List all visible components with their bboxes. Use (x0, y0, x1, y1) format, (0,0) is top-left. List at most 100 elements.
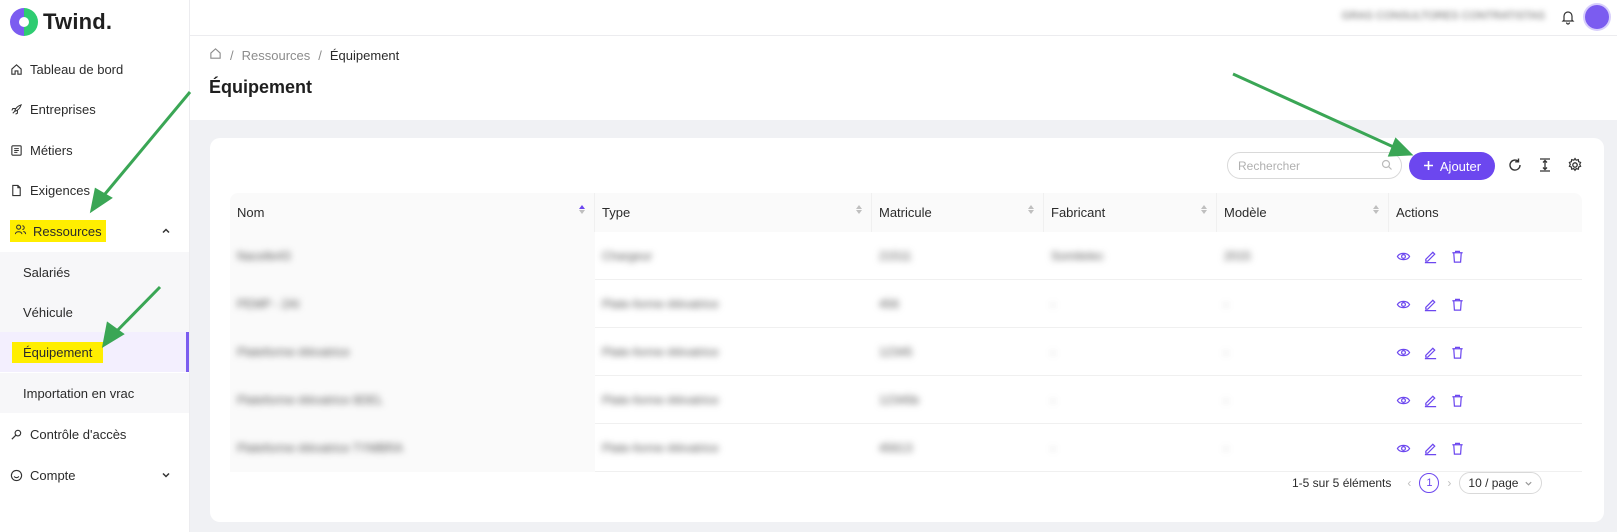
column-label: Fabricant (1051, 205, 1106, 220)
sort-icon[interactable] (579, 205, 586, 214)
cell-actions (1389, 376, 1582, 424)
chevron-left-icon[interactable]: ‹ (1407, 476, 1411, 490)
column-label: Nom (237, 205, 265, 220)
sidebar-item-exigences[interactable]: Exigences (0, 170, 189, 210)
key-icon (10, 428, 30, 441)
sidebar-subitem-equipement[interactable]: Équipement (0, 332, 189, 372)
chevron-down-icon[interactable] (161, 468, 171, 483)
chevron-up-icon[interactable] (161, 224, 171, 239)
edit-pencil-icon[interactable] (1423, 441, 1438, 456)
equipment-table: Nom Type Matricule Fabricant Modèle Acti… (230, 193, 1582, 472)
edit-pencil-icon[interactable] (1423, 297, 1438, 312)
cell-modele: - (1217, 328, 1389, 376)
page-number[interactable]: 1 (1419, 473, 1440, 493)
column-header-fabricant[interactable]: Fabricant (1044, 193, 1217, 232)
sidebar-item-metiers[interactable]: Métiers (0, 130, 189, 170)
cell-fabricant: - (1044, 376, 1217, 424)
list-icon (10, 144, 30, 157)
cell-type: Plate-forme élévatrice (595, 424, 872, 472)
sort-icon[interactable] (1201, 205, 1208, 214)
cell-fabricant: - (1044, 280, 1217, 328)
delete-trash-icon[interactable] (1450, 249, 1465, 264)
refresh-icon[interactable] (1507, 157, 1523, 176)
sort-icon[interactable] (856, 205, 863, 214)
view-eye-icon[interactable] (1396, 441, 1411, 456)
view-eye-icon[interactable] (1396, 393, 1411, 408)
view-eye-icon[interactable] (1396, 345, 1411, 360)
cell-value: Plate-forme élévatrice (602, 345, 719, 359)
cell-value: Plateforme élévatrice 8DEL (237, 393, 384, 407)
column-label: Type (602, 205, 631, 220)
column-header-nom[interactable]: Nom (230, 193, 595, 232)
column-label: Actions (1396, 205, 1439, 220)
page-size-value: 10 / page (1468, 476, 1519, 490)
home-icon (10, 63, 30, 76)
edit-pencil-icon[interactable] (1423, 393, 1438, 408)
search-placeholder: Rechercher (1238, 158, 1301, 173)
column-height-icon[interactable] (1537, 157, 1553, 176)
cell-value: - (1051, 441, 1055, 455)
cell-value: 45613 (879, 441, 913, 455)
bell-icon[interactable] (1561, 9, 1575, 28)
cell-value: - (1224, 345, 1228, 359)
sidebar-item-controle-acces[interactable]: Contrôle d'accès (0, 414, 189, 454)
page-size-select[interactable]: 10 / page (1459, 472, 1543, 494)
sort-icon[interactable] (1028, 205, 1035, 214)
sidebar-subitem-salaries[interactable]: Salariés (0, 252, 189, 292)
delete-trash-icon[interactable] (1450, 393, 1465, 408)
cell-value: Plateforme élévatrice (237, 345, 350, 359)
settings-gear-icon[interactable] (1567, 157, 1583, 176)
cell-value: 12345b (879, 393, 920, 407)
active-indicator (186, 332, 189, 372)
cell-actions (1389, 424, 1582, 472)
sidebar-item-label: Compte (30, 467, 76, 483)
user-name[interactable]: GRAS CONSULTORES CONTRATISTAS (1342, 10, 1545, 22)
sidebar-item-compte[interactable]: Compte (0, 455, 189, 495)
sidebar: Twind. Tableau de bord Entreprises Métie… (0, 0, 190, 532)
cell-value: 456 (879, 297, 900, 311)
column-label: Matricule (879, 205, 932, 220)
table-row[interactable]: Plateforme élévatrice Plate-forme élévatr… (230, 328, 1582, 376)
column-header-modele[interactable]: Modèle (1217, 193, 1389, 232)
chevron-right-icon[interactable]: › (1447, 476, 1451, 490)
search-icon (1381, 159, 1393, 174)
chevron-down-icon (1525, 481, 1533, 486)
sidebar-item-ressources[interactable]: Ressources (0, 211, 189, 251)
delete-trash-icon[interactable] (1450, 441, 1465, 456)
sidebar-item-entreprises[interactable]: Entreprises (0, 89, 189, 129)
view-eye-icon[interactable] (1396, 249, 1411, 264)
sidebar-subitem-vehicule[interactable]: Véhicule (0, 292, 189, 332)
cell-value: Somitelec (1051, 249, 1104, 263)
delete-trash-icon[interactable] (1450, 297, 1465, 312)
table-row[interactable]: Plateforme élévatrice 8DEL Plate-forme él… (230, 376, 1582, 424)
cell-value: 12345 (879, 345, 913, 359)
avatar[interactable] (1585, 5, 1609, 29)
breadcrumb-ressources[interactable]: Ressources (242, 48, 311, 63)
table-row[interactable]: Plateforme élévatrice TYMBRA Plate-forme … (230, 424, 1582, 472)
table-card: Rechercher Ajouter Nom Type Matricule Fa… (210, 138, 1604, 522)
table-row[interactable]: Nacelle43 Chargeur 21511 Somitelec 2015 (230, 232, 1582, 280)
column-header-matricule[interactable]: Matricule (872, 193, 1044, 232)
cell-value: Plate-forme élévatrice (602, 297, 719, 311)
add-button[interactable]: Ajouter (1409, 152, 1495, 180)
breadcrumb-separator: / (230, 47, 234, 63)
edit-pencil-icon[interactable] (1423, 345, 1438, 360)
sidebar-item-label: Métiers (30, 142, 73, 158)
cell-value: - (1051, 345, 1055, 359)
app-logo[interactable]: Twind. (10, 8, 112, 36)
view-eye-icon[interactable] (1396, 297, 1411, 312)
plus-icon (1423, 159, 1434, 174)
edit-pencil-icon[interactable] (1423, 249, 1438, 264)
home-icon[interactable] (209, 47, 222, 63)
delete-trash-icon[interactable] (1450, 345, 1465, 360)
cell-type: Chargeur (595, 232, 872, 280)
cell-type: Plate-forme élévatrice (595, 280, 872, 328)
sidebar-item-dashboard[interactable]: Tableau de bord (0, 49, 189, 89)
cell-value: - (1051, 297, 1055, 311)
table-row[interactable]: PEMP - 2AI Plate-forme élévatrice 456 - - (230, 280, 1582, 328)
sidebar-item-label: Contrôle d'accès (30, 426, 127, 442)
column-header-type[interactable]: Type (595, 193, 872, 232)
search-input[interactable]: Rechercher (1227, 152, 1402, 179)
sort-icon[interactable] (1373, 205, 1380, 214)
sidebar-subitem-import[interactable]: Importation en vrac (0, 373, 189, 413)
